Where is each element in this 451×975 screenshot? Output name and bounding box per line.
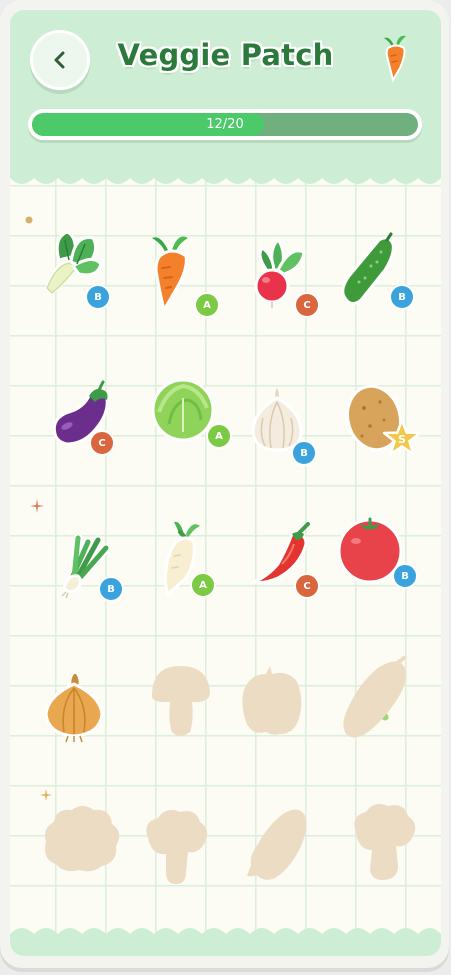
collection-slot-locked[interactable] [40,800,130,900]
collection-item-daikon[interactable]: A [150,518,240,618]
app-frame: Veggie Patch 12/20 B A C B C A B S B A C… [0,0,449,968]
collection-slot-locked[interactable] [138,806,228,906]
cauliflower-silhouette-icon [45,806,120,872]
footer-scallop-edge [10,928,441,956]
rarity-badge: B [85,284,111,310]
carrot-icon [384,35,406,83]
rarity-badge: B [392,563,418,589]
mushroom-silhouette-icon [152,666,210,736]
rarity-badge: B [389,284,415,310]
collection-item-garlic[interactable]: B [243,382,333,482]
progress-bar: 12/20 [28,109,422,140]
collection-item-eggplant[interactable]: C [45,378,135,478]
collection-item-scallion[interactable]: B [48,522,138,622]
corn-silhouette-icon [247,809,307,880]
broccoli-silhouette-icon [354,804,416,880]
rarity-badge: C [294,573,320,599]
bell-pepper-silhouette-icon [242,666,302,735]
collection-item-tomato[interactable]: B [336,513,426,613]
progress-label: 12/20 [206,117,244,132]
collection-item-bok-choy[interactable]: B [35,220,125,320]
collection-item-chili-pepper[interactable]: C [248,522,338,622]
collection-slot-locked[interactable] [340,654,430,754]
rarity-badge: A [206,423,232,449]
collection-screen: Veggie Patch 12/20 B A C B C A B S B A C… [10,10,441,956]
dot-decoration [25,216,33,224]
rarity-badge: A [190,572,216,598]
collection-slot-locked[interactable] [146,658,236,758]
rarity-badge: B [291,440,317,466]
header-scallop-edge [10,170,441,184]
rarity-badge: C [89,430,115,456]
collection-item-carrot[interactable]: A [138,232,228,332]
rarity-badge: A [194,292,220,318]
collection-slot-locked[interactable] [236,662,326,762]
rarity-badge: B [98,576,124,602]
rarity-badge: C [294,292,320,318]
collection-item-radish[interactable]: C [238,230,328,330]
sparkle-decoration [30,499,44,513]
collection-slot-locked[interactable] [346,800,436,900]
collection-item-onion[interactable] [40,666,130,766]
collection-item-potato[interactable]: S [344,380,434,480]
collection-item-cabbage[interactable]: A [147,372,237,472]
collection-item-cucumber[interactable]: B [335,230,425,330]
onion-icon [44,674,104,743]
collection-slot-locked[interactable] [243,806,333,906]
rarity-badge-star: S [382,418,422,458]
sweet-potato-silhouette-icon [343,656,406,738]
broccoli-silhouette-icon [146,810,208,884]
